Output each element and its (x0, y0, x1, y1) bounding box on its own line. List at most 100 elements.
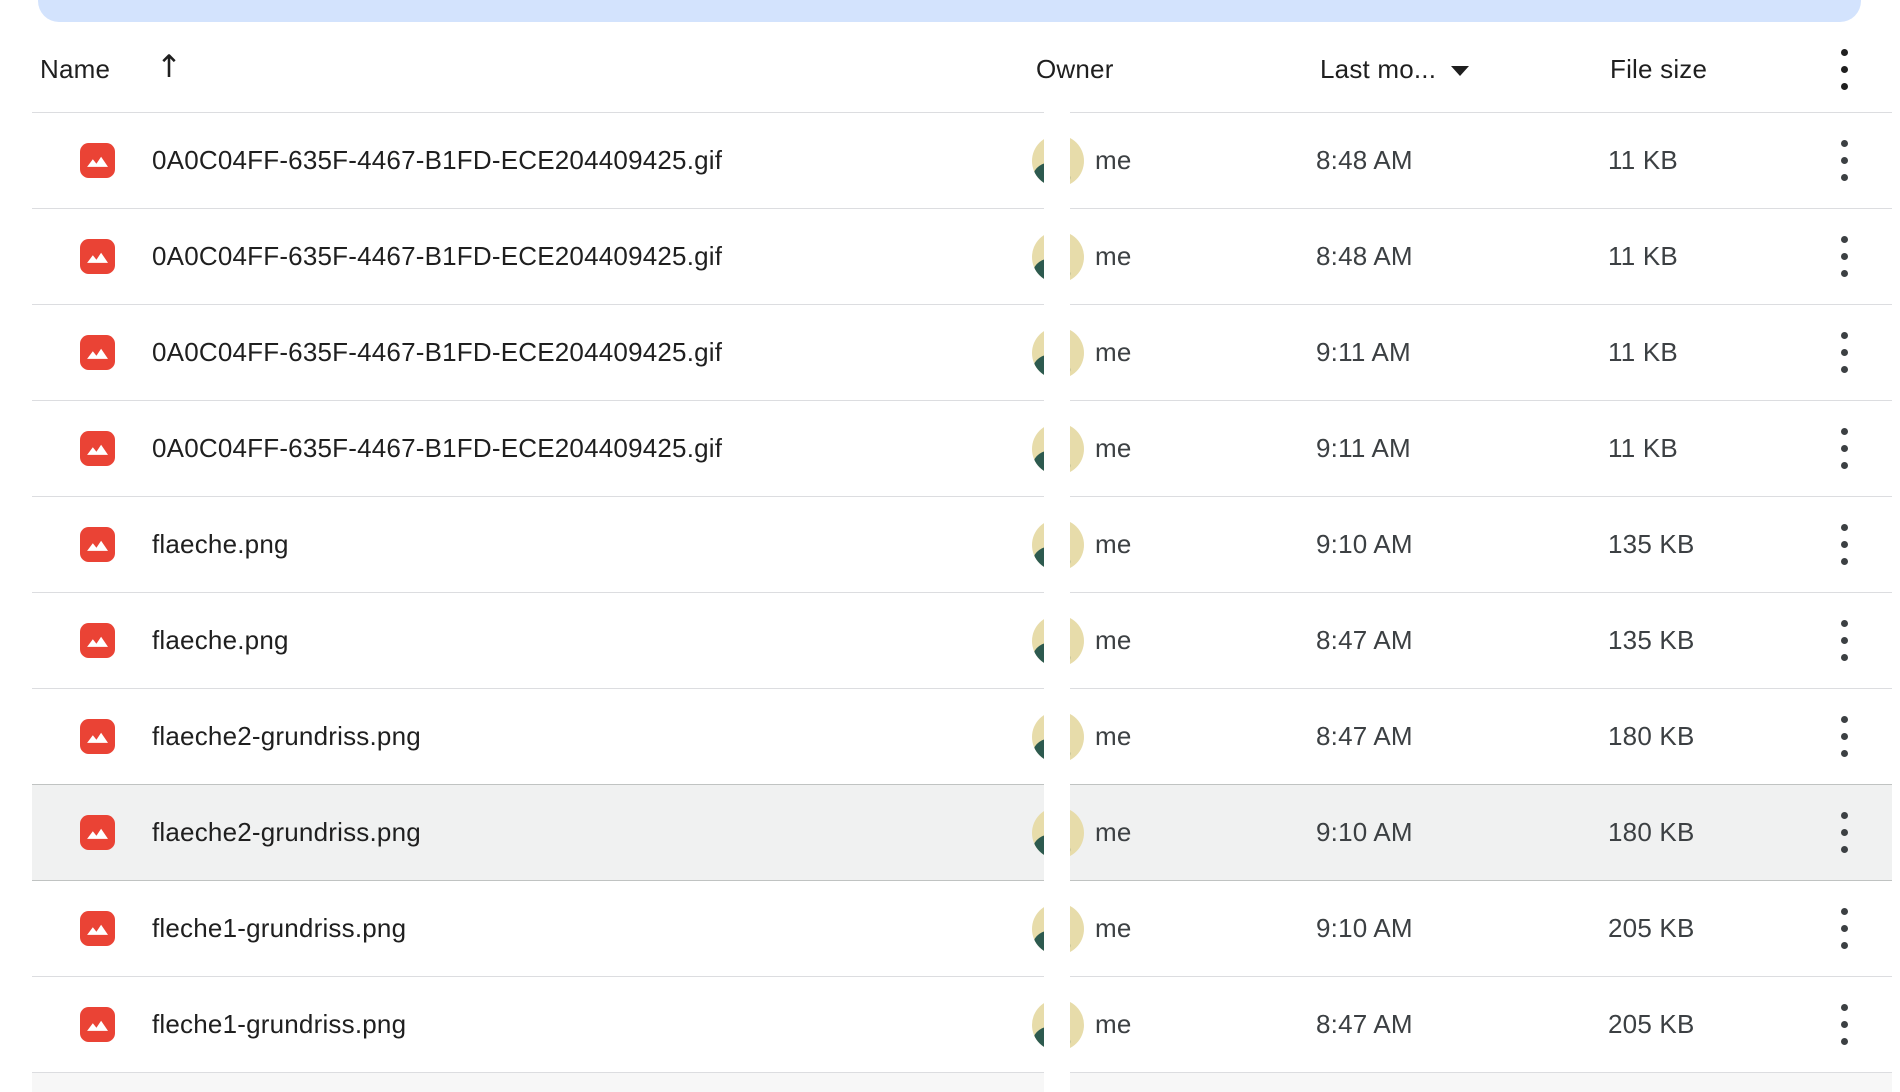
modified-cell: 9:10 AM (1316, 817, 1608, 848)
modified-cell: 8:47 AM (1316, 721, 1608, 752)
owner-cell: me (1032, 519, 1316, 571)
size-cell: 205 KB (1608, 1009, 1837, 1040)
row-menu-button[interactable] (1837, 614, 1852, 667)
row-menu-cell (1837, 806, 1892, 859)
image-file-icon (80, 527, 115, 562)
owner-cell: me (1032, 327, 1316, 379)
owner-label: me (1095, 625, 1132, 656)
owner-cell: me (1032, 711, 1316, 763)
owner-label: me (1095, 913, 1132, 944)
caret-down-icon (1451, 66, 1469, 76)
modified-cell: 9:10 AM (1316, 913, 1608, 944)
row-menu-button[interactable] (1837, 902, 1852, 955)
file-size: 11 KB (1608, 433, 1678, 463)
row-menu-button[interactable] (1837, 998, 1852, 1051)
owner-cell: me (1032, 135, 1316, 187)
file-table: Name ↑ Owner Last mo... File size 0A0C04… (32, 0, 1892, 1092)
file-row[interactable]: flaeche2-grundriss.png me 8:47 AM 180 KB (32, 689, 1892, 785)
file-row[interactable]: 0A0C04FF-635F-4467-B1FD-ECE204409425.gif… (32, 401, 1892, 497)
modified-cell: 8:48 AM (1316, 145, 1608, 176)
file-row[interactable]: flaeche.png me 8:47 AM 135 KB (32, 593, 1892, 689)
row-menu-cell (1837, 998, 1892, 1051)
row-menu-button[interactable] (1837, 806, 1852, 859)
row-menu-button[interactable] (1837, 134, 1852, 187)
owner-cell: me (1032, 231, 1316, 283)
partially-visible-row (32, 1073, 1892, 1092)
file-name-cell: 0A0C04FF-635F-4467-B1FD-ECE204409425.gif (32, 239, 1032, 274)
column-divider-gap (1044, 98, 1070, 1092)
image-file-icon (80, 623, 115, 658)
image-file-icon (80, 911, 115, 946)
modified-cell: 9:10 AM (1316, 529, 1608, 560)
row-menu-button[interactable] (1837, 230, 1852, 283)
file-name-cell: flaeche.png (32, 527, 1032, 562)
file-name: flaeche.png (152, 625, 289, 656)
file-row[interactable]: 0A0C04FF-635F-4467-B1FD-ECE204409425.gif… (32, 305, 1892, 401)
file-size: 180 KB (1608, 817, 1695, 847)
size-cell: 11 KB (1608, 241, 1837, 272)
file-row[interactable]: 0A0C04FF-635F-4467-B1FD-ECE204409425.gif… (32, 209, 1892, 305)
row-menu-cell (1837, 710, 1892, 763)
modified-time: 9:10 AM (1316, 913, 1413, 943)
modified-time: 8:48 AM (1316, 241, 1413, 271)
row-menu-cell (1837, 902, 1892, 955)
column-header-name-label: Name (40, 54, 110, 85)
column-header-name[interactable]: Name ↑ (32, 54, 1032, 85)
row-menu-cell (1837, 230, 1892, 283)
file-name-cell: 0A0C04FF-635F-4467-B1FD-ECE204409425.gif (32, 431, 1032, 466)
size-cell: 11 KB (1608, 145, 1837, 176)
size-cell: 205 KB (1608, 913, 1837, 944)
file-name-cell: flaeche2-grundriss.png (32, 719, 1032, 754)
column-header-modified-label: Last mo... (1320, 54, 1436, 85)
column-settings-button[interactable] (1837, 43, 1852, 96)
row-menu-button[interactable] (1837, 326, 1852, 379)
file-size: 135 KB (1608, 625, 1695, 655)
file-size: 11 KB (1608, 241, 1678, 271)
modified-time: 9:10 AM (1316, 817, 1413, 847)
file-name-cell: fleche1-grundriss.png (32, 911, 1032, 946)
column-header-menu (1837, 43, 1892, 96)
row-menu-cell (1837, 614, 1892, 667)
image-file-icon (80, 239, 115, 274)
size-cell: 11 KB (1608, 433, 1837, 464)
owner-cell: me (1032, 615, 1316, 667)
image-file-icon (80, 719, 115, 754)
row-menu-button[interactable] (1837, 710, 1852, 763)
column-header-owner-label: Owner (1036, 54, 1114, 84)
file-name-cell: flaeche.png (32, 623, 1032, 658)
file-name: flaeche.png (152, 529, 289, 560)
file-size: 11 KB (1608, 145, 1678, 175)
file-row[interactable]: flaeche2-grundriss.png me 9:10 AM 180 KB (32, 785, 1892, 881)
file-name: fleche1-grundriss.png (152, 1009, 406, 1040)
owner-label: me (1095, 817, 1132, 848)
file-size: 135 KB (1608, 529, 1695, 559)
image-file-icon (80, 815, 115, 850)
size-cell: 180 KB (1608, 721, 1837, 752)
file-size: 205 KB (1608, 913, 1695, 943)
file-row[interactable]: fleche1-grundriss.png me 8:47 AM 205 KB (32, 977, 1892, 1073)
column-header-owner: Owner (1032, 54, 1316, 85)
file-name: flaeche2-grundriss.png (152, 817, 421, 848)
owner-label: me (1095, 145, 1132, 176)
row-menu-cell (1837, 422, 1892, 475)
file-row[interactable]: flaeche.png me 9:10 AM 135 KB (32, 497, 1892, 593)
file-row[interactable]: 0A0C04FF-635F-4467-B1FD-ECE204409425.gif… (32, 113, 1892, 209)
sort-ascending-icon: ↑ (156, 52, 182, 83)
row-menu-button[interactable] (1837, 422, 1852, 475)
modified-cell: 8:47 AM (1316, 625, 1608, 656)
file-name-cell: flaeche2-grundriss.png (32, 815, 1032, 850)
row-menu-cell (1837, 326, 1892, 379)
file-name: 0A0C04FF-635F-4467-B1FD-ECE204409425.gif (152, 433, 722, 464)
modified-time: 9:10 AM (1316, 529, 1413, 559)
image-file-icon (80, 143, 115, 178)
column-header-modified[interactable]: Last mo... (1316, 54, 1608, 85)
modified-time: 9:11 AM (1316, 337, 1411, 367)
row-menu-button[interactable] (1837, 518, 1852, 571)
file-name: flaeche2-grundriss.png (152, 721, 421, 752)
image-file-icon (80, 1007, 115, 1042)
modified-time: 8:47 AM (1316, 721, 1413, 751)
modified-cell: 8:47 AM (1316, 1009, 1608, 1040)
file-name-cell: fleche1-grundriss.png (32, 1007, 1032, 1042)
owner-label: me (1095, 337, 1132, 368)
file-row[interactable]: fleche1-grundriss.png me 9:10 AM 205 KB (32, 881, 1892, 977)
